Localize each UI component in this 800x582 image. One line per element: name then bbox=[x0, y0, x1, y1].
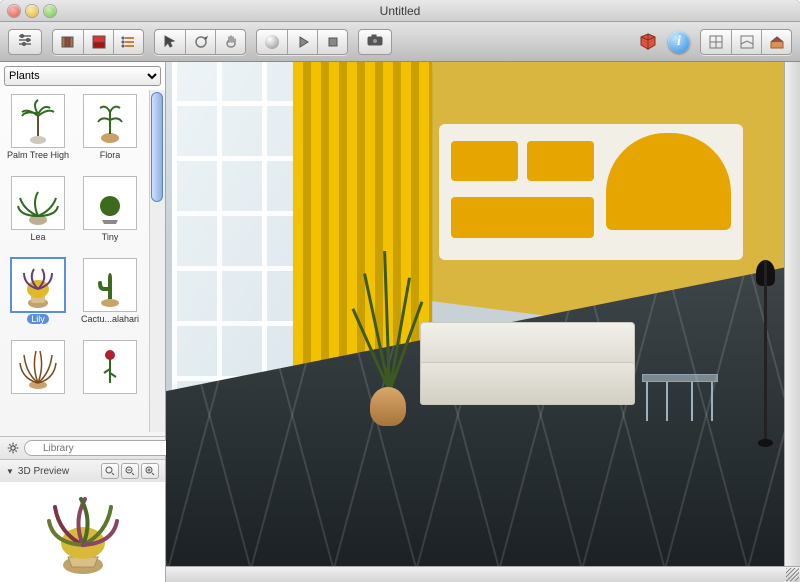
plant-icon bbox=[17, 343, 59, 391]
library-sidebar: Plants Palm Tree High Flora bbox=[0, 62, 166, 582]
record-segment bbox=[256, 29, 348, 55]
package-icon bbox=[638, 32, 658, 52]
plant-icon bbox=[16, 180, 60, 226]
library-scrollbar[interactable] bbox=[149, 90, 165, 432]
library-thumb bbox=[83, 258, 137, 312]
plant-icon bbox=[18, 98, 58, 144]
layout-2d-icon bbox=[708, 34, 724, 50]
library-item-lea[interactable]: Lea bbox=[6, 176, 70, 254]
window-title: Untitled bbox=[0, 4, 800, 18]
category-select[interactable]: Plants bbox=[4, 66, 161, 86]
preview-label: 3D Preview bbox=[18, 466, 69, 477]
record-icon bbox=[265, 35, 279, 49]
library-footer bbox=[0, 436, 165, 459]
zoom-reset-button[interactable] bbox=[101, 463, 119, 479]
viewport-3d[interactable] bbox=[166, 62, 800, 582]
library-books-button[interactable] bbox=[53, 30, 83, 54]
books-icon bbox=[60, 34, 76, 50]
package-button[interactable] bbox=[638, 32, 658, 52]
sliders-icon bbox=[17, 32, 33, 48]
plant-icon bbox=[90, 261, 130, 309]
library-grid[interactable]: Palm Tree High Flora Lea T bbox=[0, 90, 165, 436]
resize-grip[interactable] bbox=[786, 568, 799, 581]
preview-zoom-controls bbox=[101, 463, 159, 479]
zoom-in-icon bbox=[145, 466, 155, 476]
library-thumb bbox=[83, 176, 137, 230]
orbit-icon bbox=[193, 34, 209, 50]
zoom-out-button[interactable] bbox=[121, 463, 139, 479]
zoom-in-button[interactable] bbox=[141, 463, 159, 479]
plant-icon bbox=[90, 98, 130, 144]
layout-home-button[interactable] bbox=[761, 30, 791, 54]
category-row: Plants bbox=[0, 62, 165, 90]
library-item-rose[interactable] bbox=[78, 340, 142, 418]
play-icon bbox=[295, 34, 311, 50]
stop-icon bbox=[325, 34, 341, 50]
library-item-palm-tree-high[interactable]: Palm Tree High bbox=[6, 94, 70, 172]
scene-render bbox=[166, 62, 800, 582]
snapshot-button[interactable] bbox=[358, 29, 392, 55]
info-button[interactable]: i bbox=[668, 31, 690, 53]
record-button[interactable] bbox=[257, 30, 287, 54]
library-item-label: Flora bbox=[100, 150, 121, 160]
library-item-label: Palm Tree High bbox=[7, 150, 69, 160]
library-settings-button[interactable] bbox=[6, 440, 20, 456]
library-search-wrap bbox=[24, 440, 182, 456]
titlebar: Untitled bbox=[0, 0, 800, 22]
library-search-input[interactable] bbox=[24, 440, 182, 456]
library-thumb bbox=[11, 176, 65, 230]
view-layout-segment bbox=[700, 29, 792, 55]
zoom-fit-icon bbox=[105, 466, 115, 476]
library-item-label: Tiny bbox=[102, 232, 119, 242]
swatch-icon bbox=[91, 34, 107, 50]
pointer-icon bbox=[162, 34, 178, 50]
viewport-scrollbar-vertical[interactable] bbox=[784, 62, 800, 566]
layout-2d-button[interactable] bbox=[701, 30, 731, 54]
library-thumb bbox=[83, 94, 137, 148]
sidebar-toggle-button[interactable] bbox=[8, 29, 42, 55]
library-thumb bbox=[83, 340, 137, 394]
library-item-label: Lily bbox=[27, 314, 49, 324]
layout-3d-button[interactable] bbox=[731, 30, 761, 54]
viewport-scrollbar-horizontal[interactable] bbox=[166, 566, 800, 582]
gear-icon bbox=[6, 441, 20, 455]
library-item-cactus[interactable]: Cactu...alahari bbox=[78, 258, 142, 336]
preview-3d[interactable] bbox=[0, 482, 165, 582]
library-list-button[interactable] bbox=[113, 30, 143, 54]
info-icon: i bbox=[677, 34, 681, 50]
library-item-lily[interactable]: Lily bbox=[6, 258, 70, 336]
library-item-grass[interactable] bbox=[6, 340, 70, 418]
library-materials-button[interactable] bbox=[83, 30, 113, 54]
orbit-tool-button[interactable] bbox=[185, 30, 215, 54]
library-item-label: Cactu...alahari bbox=[81, 314, 139, 324]
stop-button[interactable] bbox=[317, 30, 347, 54]
list-icon bbox=[121, 34, 137, 50]
layout-3d-icon bbox=[739, 34, 755, 50]
disclosure-icon: ▼ bbox=[6, 467, 14, 476]
play-button[interactable] bbox=[287, 30, 317, 54]
library-item-flora[interactable]: Flora bbox=[78, 94, 142, 172]
tool-segment bbox=[154, 29, 246, 55]
camera-icon bbox=[367, 32, 383, 48]
library-item-tiny[interactable]: Tiny bbox=[78, 176, 142, 254]
scrollbar-thumb[interactable] bbox=[151, 92, 163, 202]
library-thumb bbox=[11, 258, 65, 312]
plant-icon bbox=[90, 343, 130, 391]
pointer-tool-button[interactable] bbox=[155, 30, 185, 54]
plant-icon bbox=[90, 180, 130, 226]
library-thumb bbox=[11, 94, 65, 148]
plant-icon bbox=[16, 261, 60, 309]
pan-tool-button[interactable] bbox=[215, 30, 245, 54]
main-content: Plants Palm Tree High Flora bbox=[0, 62, 800, 582]
home-icon bbox=[769, 34, 785, 50]
preview-plant-icon bbox=[38, 487, 128, 577]
library-item-label: Lea bbox=[30, 232, 45, 242]
pan-icon bbox=[223, 34, 239, 50]
zoom-out-icon bbox=[125, 466, 135, 476]
library-mode-segment bbox=[52, 29, 144, 55]
preview-header[interactable]: ▼ 3D Preview bbox=[0, 459, 165, 482]
main-toolbar: i bbox=[0, 22, 800, 62]
library-thumb bbox=[11, 340, 65, 394]
